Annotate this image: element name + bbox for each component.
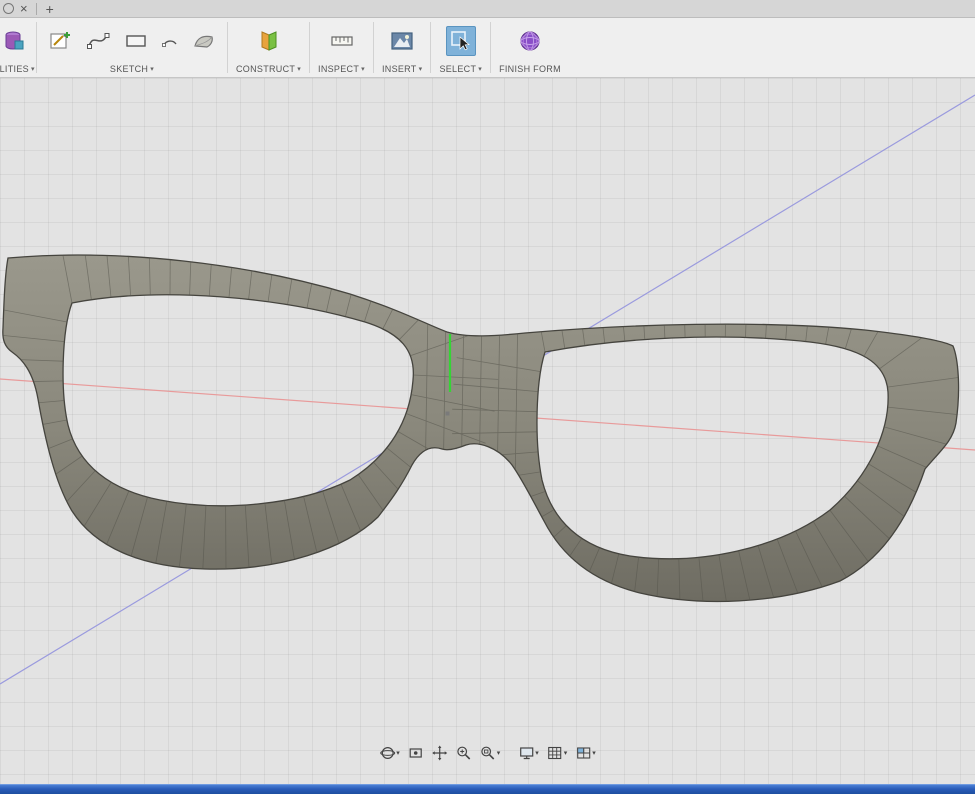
toolbar-group-finish-form: FINISH FORM: [491, 18, 569, 77]
pan-icon: [432, 745, 448, 761]
sketch-group-label[interactable]: SKETCH ▾: [110, 64, 154, 74]
grid-settings-button[interactable]: ▾: [544, 742, 571, 764]
rectangle-tool-button[interactable]: [121, 26, 151, 56]
construction-plane-icon: [256, 28, 282, 54]
toolbar-group-utilities: UTILITIES ▾: [0, 18, 36, 77]
chevron-down-icon: ▾: [535, 749, 539, 757]
toolbar-group-inspect: INSPECT ▾: [310, 18, 373, 77]
origin-marker: [446, 412, 450, 416]
toolbar-group-sketch: SKETCH ▾: [37, 18, 227, 77]
arc-tool-button[interactable]: [159, 30, 181, 52]
document-tab-strip: × +: [0, 0, 975, 18]
image-icon: [389, 28, 415, 54]
rectangle-icon: [124, 29, 148, 53]
chevron-down-icon: ▾: [478, 65, 482, 73]
chevron-down-icon: ▾: [297, 65, 301, 73]
finish-form-button[interactable]: [515, 26, 545, 56]
surface-patch-icon: [191, 29, 217, 53]
look-at-button[interactable]: [405, 742, 427, 764]
chevron-down-icon: ▾: [361, 65, 365, 73]
document-tab-icon[interactable]: [3, 3, 14, 14]
select-tool-button[interactable]: [446, 26, 476, 56]
form-sphere-icon: [517, 28, 543, 54]
inspect-group-label[interactable]: INSPECT ▾: [318, 64, 365, 74]
construct-plane-button[interactable]: [254, 26, 284, 56]
new-tab-button[interactable]: +: [43, 3, 57, 15]
viewports-icon: [575, 745, 591, 761]
ruler-icon: [329, 28, 355, 54]
arc-icon: [161, 32, 179, 50]
pan-button[interactable]: [429, 742, 451, 764]
tab-separator: [36, 3, 37, 15]
magnifier-fit-icon: [480, 745, 496, 761]
toolbar-group-insert: INSERT ▾: [374, 18, 430, 77]
utilities-group-label[interactable]: UTILITIES ▾: [1, 64, 35, 74]
cylinder-icon: [1, 29, 25, 53]
display-settings-button[interactable]: ▾: [515, 742, 542, 764]
view-navigation-bar: ▾: [372, 740, 603, 766]
insert-canvas-button[interactable]: [387, 26, 417, 56]
chevron-down-icon: ▾: [419, 65, 423, 73]
toolbar-group-select: SELECT ▾: [431, 18, 490, 77]
measure-button[interactable]: [327, 26, 357, 56]
surface-tool-button[interactable]: [189, 26, 219, 56]
chevron-down-icon: ▾: [150, 65, 154, 73]
finish-form-group-label[interactable]: FINISH FORM: [499, 64, 561, 74]
display-settings-icon: [518, 745, 534, 761]
chevron-down-icon: ▾: [497, 749, 501, 757]
spline-tool-button[interactable]: [83, 26, 113, 56]
glasses-model[interactable]: [3, 255, 959, 601]
grid-icon: [547, 745, 563, 761]
chevron-down-icon: ▾: [396, 749, 400, 757]
look-at-icon: [408, 745, 424, 761]
chevron-down-icon: ▾: [592, 749, 596, 757]
orbit-button[interactable]: ▾: [376, 742, 403, 764]
orbit-icon: [379, 745, 395, 761]
tab-close-button[interactable]: ×: [18, 3, 30, 15]
main-toolbar: UTILITIES ▾: [0, 18, 975, 78]
spline-icon: [86, 29, 110, 53]
chevron-down-icon: ▾: [31, 65, 35, 73]
create-sketch-icon: [48, 29, 72, 53]
chevron-down-icon: ▾: [564, 749, 568, 757]
taskbar-strip[interactable]: [0, 784, 975, 794]
viewports-button[interactable]: ▾: [572, 742, 599, 764]
utilities-tool-icon[interactable]: [0, 26, 28, 56]
magnifier-plus-icon: [456, 745, 472, 761]
fit-button[interactable]: ▾: [477, 742, 504, 764]
viewport-canvas[interactable]: ▾: [0, 78, 975, 784]
toolbar-group-construct: CONSTRUCT ▾: [228, 18, 309, 77]
select-cursor-icon: [448, 28, 474, 54]
create-sketch-button[interactable]: [45, 26, 75, 56]
construct-group-label[interactable]: CONSTRUCT ▾: [236, 64, 301, 74]
zoom-button[interactable]: [453, 742, 475, 764]
select-group-label[interactable]: SELECT ▾: [439, 64, 482, 74]
scene-svg: [0, 78, 975, 784]
insert-group-label[interactable]: INSERT ▾: [382, 64, 422, 74]
